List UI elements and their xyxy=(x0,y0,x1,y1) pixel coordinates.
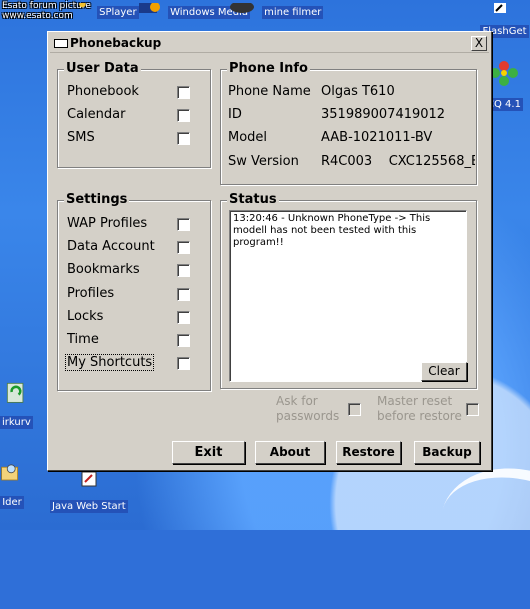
icq-flower-icon xyxy=(489,61,518,86)
phone-info-title: Phone Info xyxy=(227,61,310,76)
status-log[interactable]: 13:20:46 - Unknown PhoneType -> This mod… xyxy=(229,210,467,382)
profiles-checkbox[interactable] xyxy=(177,288,190,301)
my-shortcuts-label: My Shortcuts xyxy=(64,354,155,371)
flashget-icon xyxy=(493,3,506,13)
windows-media-icon xyxy=(139,2,160,13)
phone-name-value: Olgas T610 xyxy=(321,84,395,99)
desktop-icon-mine-filmer[interactable]: mine filmer xyxy=(227,0,324,19)
ask-passwords-label: Ask for passwords xyxy=(276,394,340,423)
my-shortcuts-checkbox[interactable] xyxy=(177,357,190,370)
folder-search-icon xyxy=(1,464,18,481)
clear-button[interactable]: Clear xyxy=(421,362,467,381)
exit-button[interactable]: Exit xyxy=(172,441,245,464)
data-account-checkbox[interactable] xyxy=(177,241,190,254)
dvd-icon xyxy=(230,1,254,13)
profiles-label: Profiles xyxy=(67,286,115,301)
desktop-icon-folder[interactable]: Ider xyxy=(0,458,24,509)
user-data-group: User Data Phonebook Calendar SMS xyxy=(57,61,211,168)
restore-button[interactable]: Restore xyxy=(336,441,401,464)
window-title: Phonebackup xyxy=(70,36,162,50)
settings-group: Settings WAP Profiles Data Account Bookm… xyxy=(57,192,211,391)
java-web-start-icon xyxy=(81,471,97,487)
settings-title: Settings xyxy=(64,192,130,207)
data-account-label: Data Account xyxy=(67,239,155,254)
locks-label: Locks xyxy=(67,309,104,324)
backup-button[interactable]: Backup xyxy=(414,441,480,464)
status-title: Status xyxy=(227,192,279,207)
locks-checkbox[interactable] xyxy=(177,311,190,324)
desktop-icon-label: Ider xyxy=(0,496,24,509)
desktop-icon-label: irkurv xyxy=(0,416,33,429)
sw-version-value: R4C003 CXC125568_EU_ xyxy=(321,154,475,169)
phonebook-checkbox[interactable] xyxy=(177,86,190,99)
desktop-icon-label: Java Web Start xyxy=(50,500,128,513)
phone-info-group: Phone Info Phone Name Olgas T610 ID 3519… xyxy=(220,61,477,185)
time-label: Time xyxy=(67,332,99,347)
wap-profiles-label: WAP Profiles xyxy=(67,216,148,231)
desktop-icon-splayer[interactable]: SPlayer xyxy=(62,0,139,19)
desktop-icon-irkurv[interactable]: irkurv xyxy=(0,378,33,429)
status-group: Status 13:20:46 - Unknown PhoneType -> T… xyxy=(220,192,477,389)
desktop-icon-java-web-start[interactable]: Java Web Start xyxy=(50,470,128,513)
model-value: AAB-1021011-BV xyxy=(321,130,433,145)
id-label: ID xyxy=(228,107,242,122)
master-reset-checkbox[interactable] xyxy=(466,403,479,416)
phonebook-label: Phonebook xyxy=(67,84,139,99)
bookmarks-checkbox[interactable] xyxy=(177,264,190,277)
calendar-checkbox[interactable] xyxy=(177,109,190,122)
phone-name-label: Phone Name xyxy=(228,84,311,99)
id-value: 351989007419012 xyxy=(321,107,446,122)
sw-version-label: Sw Version xyxy=(228,154,299,169)
ask-passwords-checkbox[interactable] xyxy=(348,403,361,416)
phonebackup-window: Phonebackup X User Data Phonebook Calend… xyxy=(47,31,492,471)
master-reset-label: Master reset before restore xyxy=(377,394,462,423)
recycle-bin-icon xyxy=(7,382,24,403)
desktop-icon-label: mine filmer xyxy=(262,6,324,19)
time-checkbox[interactable] xyxy=(177,334,190,347)
about-button[interactable]: About xyxy=(255,441,325,464)
title-bar[interactable]: Phonebackup X xyxy=(50,34,489,53)
model-label: Model xyxy=(228,130,268,145)
sms-checkbox[interactable] xyxy=(177,132,190,145)
player-icon xyxy=(79,0,86,8)
close-button[interactable]: X xyxy=(471,36,487,51)
calendar-label: Calendar xyxy=(67,107,126,122)
window-menu-icon[interactable] xyxy=(54,39,68,48)
wap-profiles-checkbox[interactable] xyxy=(177,218,190,231)
user-data-title: User Data xyxy=(64,61,141,76)
bookmarks-label: Bookmarks xyxy=(67,262,140,277)
sms-label: SMS xyxy=(67,130,95,145)
